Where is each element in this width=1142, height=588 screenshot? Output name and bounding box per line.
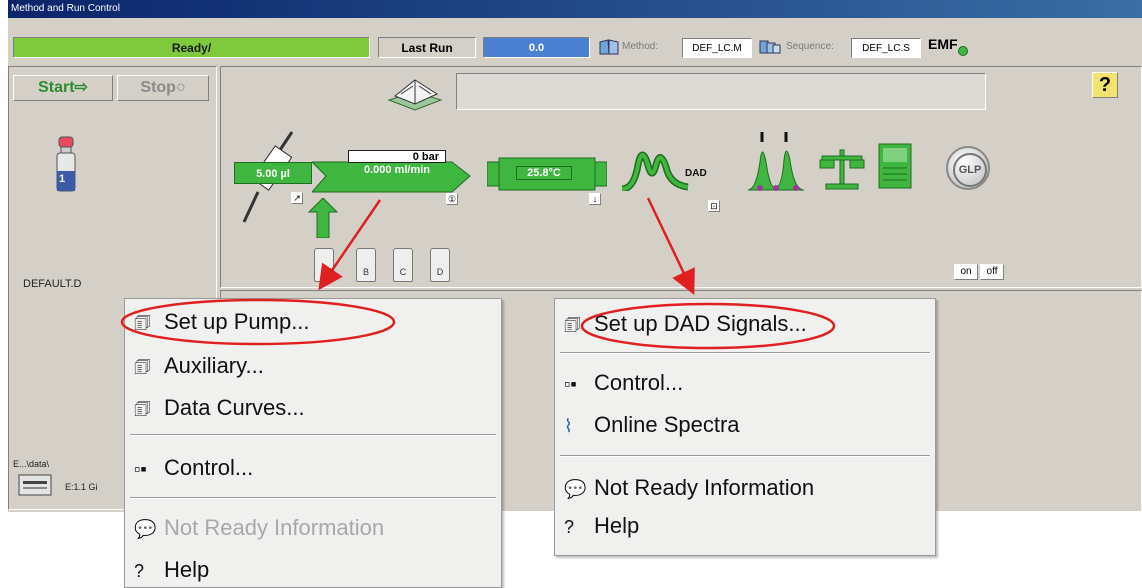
dad-highlight-ellipse	[580, 302, 836, 350]
dad-annotation-arrow	[646, 197, 695, 296]
pump-highlight-ellipse	[120, 298, 396, 346]
annotation-overlay	[120, 197, 836, 350]
pump-annotation-arrow	[318, 199, 382, 291]
